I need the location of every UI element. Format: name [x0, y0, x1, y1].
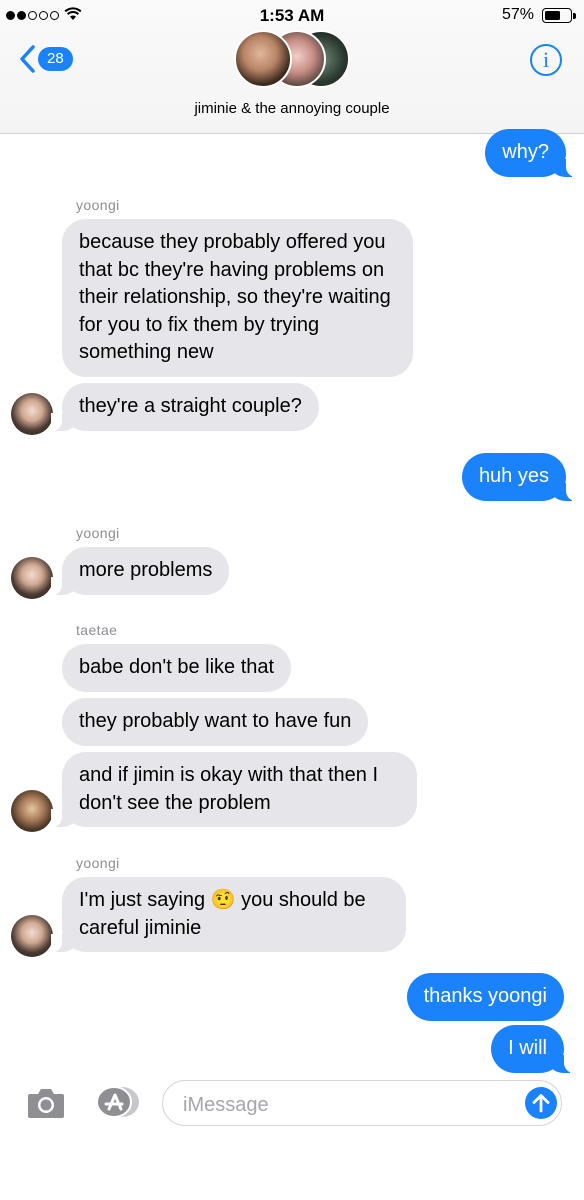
apps-button[interactable]	[92, 1084, 142, 1125]
avatar[interactable]	[11, 557, 53, 599]
incoming-message[interactable]: they're a straight couple?	[51, 383, 319, 431]
avatar[interactable]	[11, 393, 53, 435]
status-bar: 1:53 AM 57%	[0, 0, 584, 34]
sender-name: yoongi	[76, 525, 120, 541]
incoming-message[interactable]: I'm just saying 🤨 you should be careful …	[51, 877, 406, 952]
status-time: 1:53 AM	[259, 6, 325, 25]
incoming-message[interactable]: and if jimin is okay with that then I do…	[51, 752, 417, 827]
outgoing-message[interactable]: I will	[491, 1025, 575, 1073]
avatar	[234, 30, 292, 88]
battery-icon	[542, 8, 572, 23]
incoming-message[interactable]: because they probably offered you that b…	[62, 219, 413, 377]
camera-icon	[28, 1089, 64, 1118]
group-avatars[interactable]	[234, 30, 350, 88]
outgoing-message[interactable]: why?	[485, 129, 577, 177]
conversation-header: 1:53 AM 57% 28 jiminie & the annoying co…	[0, 0, 584, 134]
message-input[interactable]: iMessage	[162, 1080, 562, 1126]
incoming-message[interactable]: they probably want to have fun	[62, 698, 369, 746]
emoji: 🤨	[210, 889, 236, 911]
incoming-message[interactable]: more problems	[50, 547, 230, 595]
avatar[interactable]	[11, 790, 53, 832]
sender-name: yoongi	[76, 197, 120, 213]
app-store-icon	[96, 1086, 139, 1118]
info-icon[interactable]: i	[530, 44, 562, 76]
outgoing-message[interactable]: thanks yoongi	[406, 973, 564, 1021]
incoming-message[interactable]: babe don't be like that	[62, 644, 292, 692]
sender-name: taetae	[76, 622, 118, 638]
camera-button[interactable]	[26, 1086, 66, 1125]
back-button[interactable]: 28	[18, 44, 73, 74]
conversation-title[interactable]: jiminie & the annoying couple	[0, 100, 584, 117]
avatar[interactable]	[11, 915, 53, 957]
chevron-left-icon	[20, 45, 35, 73]
message-compose-bar: iMessage	[0, 1074, 584, 1134]
battery-percentage: 57%	[501, 6, 534, 23]
unread-count-badge: 28	[38, 47, 73, 71]
outgoing-message[interactable]: huh yes	[461, 453, 578, 501]
sender-name: yoongi	[76, 855, 120, 871]
message-input-placeholder: iMessage	[183, 1094, 269, 1116]
send-arrow-icon	[532, 1094, 550, 1113]
send-button[interactable]	[525, 1087, 557, 1119]
